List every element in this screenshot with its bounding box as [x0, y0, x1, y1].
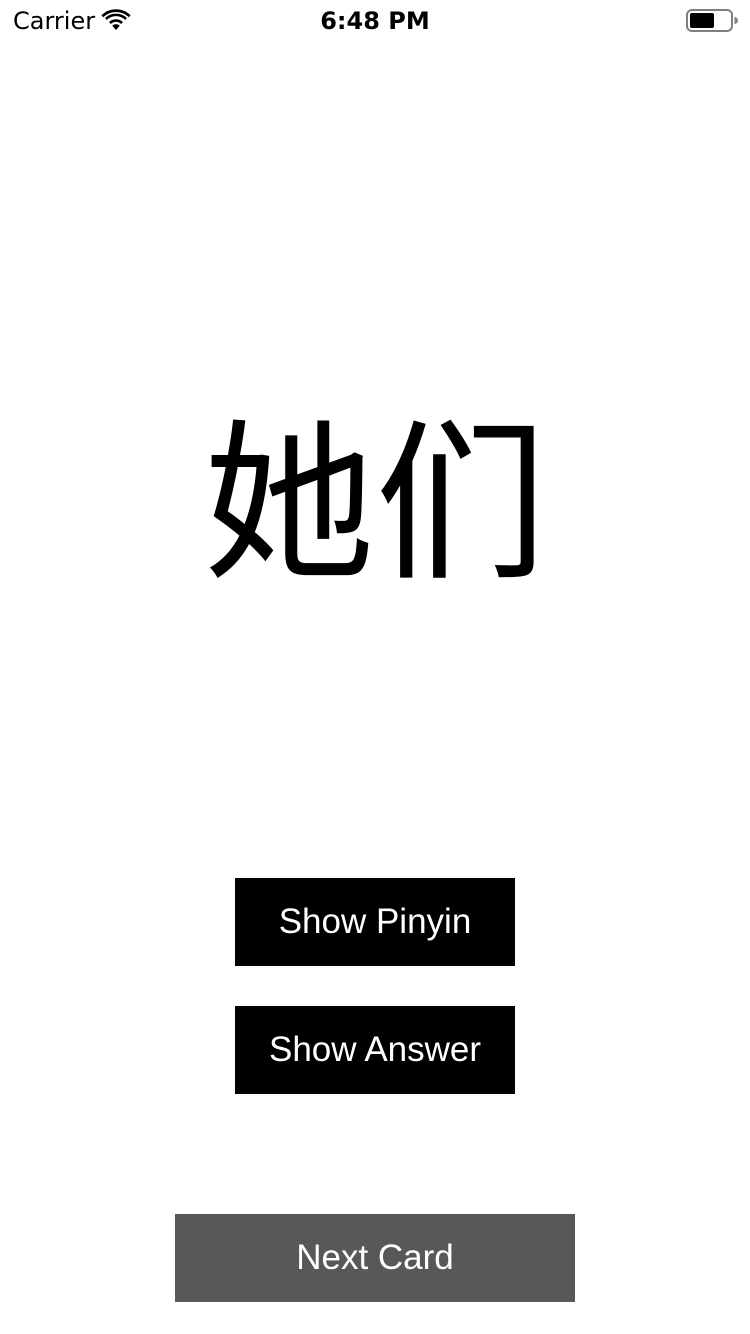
flashcard-word: 她们: [203, 404, 547, 605]
battery-icon: [686, 9, 738, 32]
show-pinyin-button[interactable]: Show Pinyin: [235, 878, 515, 966]
status-time: 6:48 PM: [320, 7, 430, 35]
status-bar: Carrier 6:48 PM: [0, 0, 750, 40]
next-card-button[interactable]: Next Card: [175, 1214, 575, 1302]
show-answer-button[interactable]: Show Answer: [235, 1006, 515, 1094]
